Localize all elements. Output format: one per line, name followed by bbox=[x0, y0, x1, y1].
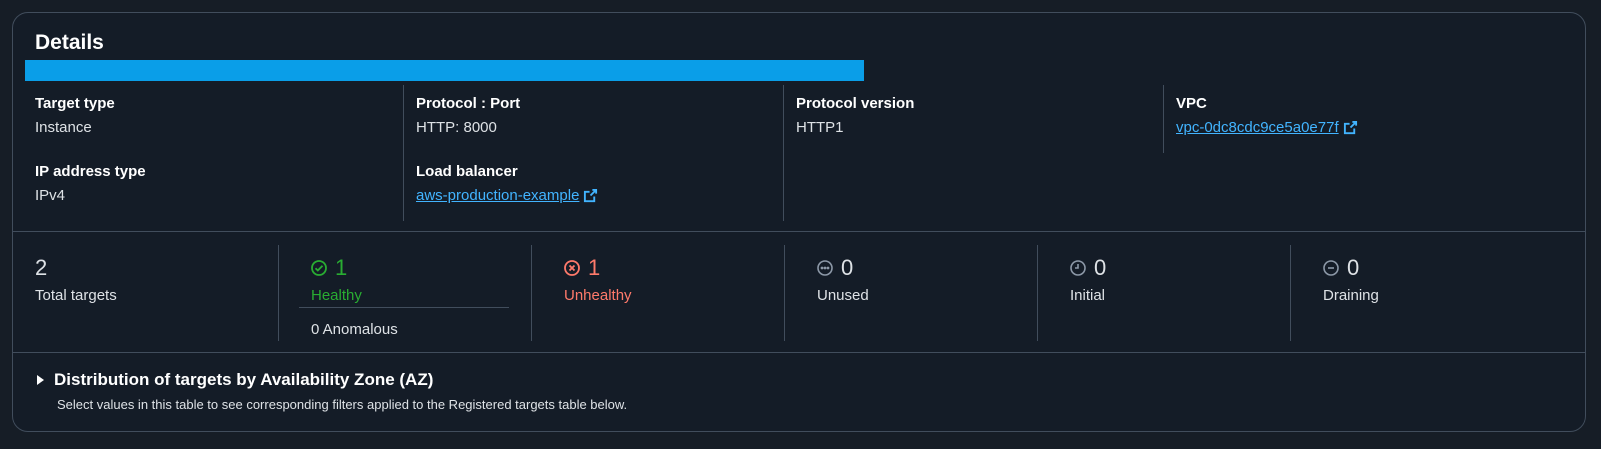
target-type-value: Instance bbox=[35, 119, 92, 136]
column-target-type: Target type Instance IP address type IPv… bbox=[35, 85, 403, 221]
divider bbox=[13, 231, 1585, 232]
vpc-link-text: vpc-0dc8cdc9ce5a0e77f bbox=[1176, 119, 1339, 136]
initial-count: 0 bbox=[1094, 255, 1107, 280]
ip-address-type-value: IPv4 bbox=[35, 187, 66, 204]
unhealthy-count: 1 bbox=[588, 255, 601, 280]
panel-title: Details bbox=[35, 31, 104, 54]
details-panel: Details Target type Instance IP address … bbox=[12, 12, 1586, 432]
x-circle-icon bbox=[564, 260, 580, 276]
divider bbox=[13, 352, 1585, 353]
protocol-version-label: Protocol version bbox=[796, 95, 915, 112]
clock-icon bbox=[1070, 260, 1086, 276]
column-vpc: VPC vpc-0dc8cdc9ce5a0e77f bbox=[1163, 85, 1543, 153]
protocol-port-label: Protocol : Port bbox=[416, 95, 521, 112]
distribution-title: Distribution of targets by Availability … bbox=[54, 370, 434, 389]
ellipsis-circle-icon bbox=[817, 260, 833, 276]
unhealthy-label: Unhealthy bbox=[564, 287, 632, 304]
vpc-link[interactable]: vpc-0dc8cdc9ce5a0e77f bbox=[1176, 119, 1358, 136]
initial-label: Initial bbox=[1070, 287, 1106, 304]
total-targets-label: Total targets bbox=[35, 287, 117, 304]
draining-label: Draining bbox=[1323, 287, 1379, 304]
anomalous-count: 0 Anomalous bbox=[311, 321, 398, 338]
healthy-label: Healthy bbox=[311, 287, 362, 304]
stat-unused: 0 Unused bbox=[784, 245, 1037, 341]
target-type-label: Target type bbox=[35, 95, 115, 112]
stat-healthy: 1 Healthy 0 Anomalous bbox=[278, 245, 531, 341]
caret-right-icon bbox=[37, 375, 44, 385]
column-protocol-port: Protocol : Port HTTP: 8000 Load balancer… bbox=[403, 85, 783, 221]
load-balancer-link[interactable]: aws-production-example bbox=[416, 187, 598, 204]
stat-initial: 0 Initial bbox=[1037, 245, 1290, 341]
distribution-expander[interactable]: Distribution of targets by Availability … bbox=[37, 370, 433, 390]
stat-unhealthy: 1 Unhealthy bbox=[531, 245, 784, 341]
minus-circle-icon bbox=[1323, 260, 1339, 276]
external-link-icon bbox=[1343, 120, 1357, 135]
ip-address-type-label: IP address type bbox=[35, 163, 146, 180]
distribution-description: Select values in this table to see corre… bbox=[57, 397, 628, 412]
external-link-icon bbox=[584, 188, 598, 203]
protocol-version-value: HTTP1 bbox=[796, 119, 844, 136]
total-targets-count: 2 bbox=[35, 255, 48, 280]
progress-bar bbox=[25, 60, 864, 81]
load-balancer-link-text: aws-production-example bbox=[416, 187, 580, 204]
unused-count: 0 bbox=[841, 255, 854, 280]
stat-draining: 0 Draining bbox=[1290, 245, 1543, 341]
load-balancer-label: Load balancer bbox=[416, 163, 518, 180]
protocol-port-value: HTTP: 8000 bbox=[416, 119, 497, 136]
unused-label: Unused bbox=[817, 287, 869, 304]
column-protocol-version: Protocol version HTTP1 bbox=[783, 85, 1163, 221]
stat-total: 2 Total targets bbox=[35, 245, 278, 341]
check-circle-icon bbox=[311, 260, 327, 276]
healthy-count: 1 bbox=[335, 255, 348, 280]
vpc-label: VPC bbox=[1176, 95, 1207, 112]
draining-count: 0 bbox=[1347, 255, 1360, 280]
healthy-sub-divider bbox=[299, 307, 509, 308]
